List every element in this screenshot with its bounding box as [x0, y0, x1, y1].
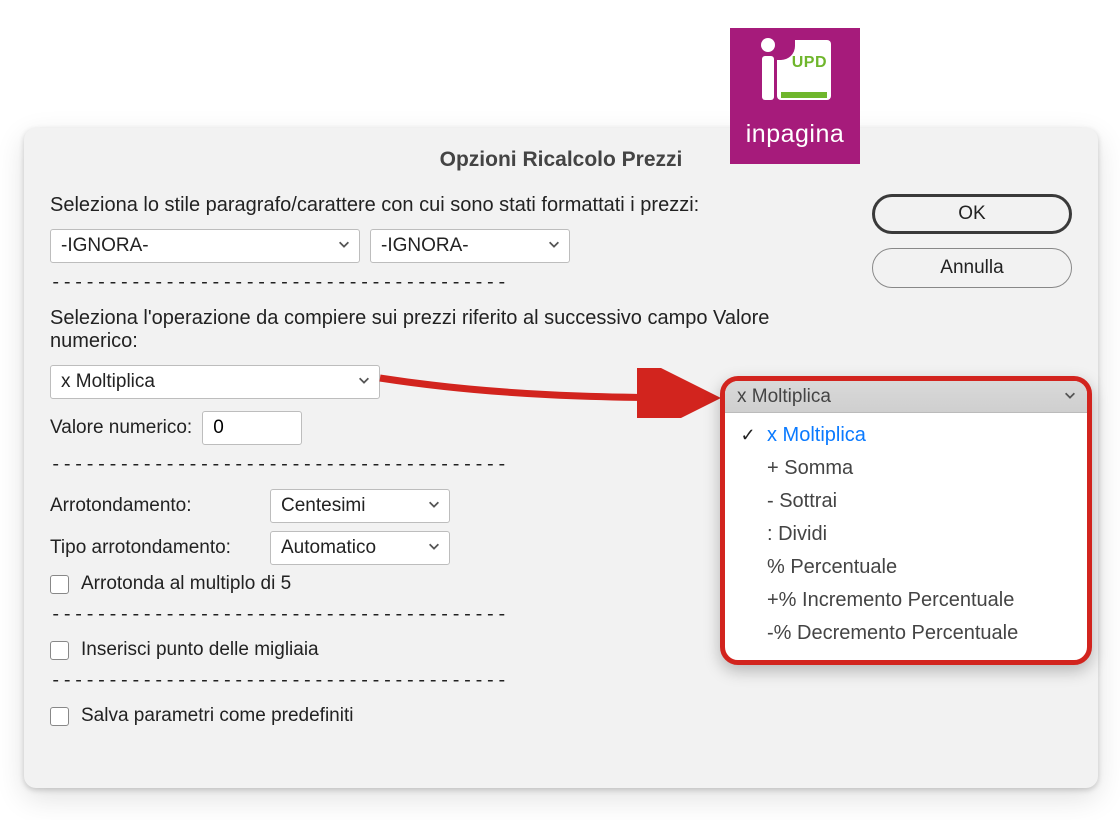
chevron-down-icon: [547, 235, 561, 257]
operation-prompt: Seleziona l'operazione da compiere sui p…: [50, 307, 848, 353]
chevron-down-icon: [427, 495, 441, 517]
chevron-down-icon: [337, 235, 351, 257]
operation-dropdown-header-label: x Moltiplica: [737, 386, 831, 408]
save-defaults-label: Salva parametri come predefiniti: [81, 705, 353, 727]
inpagina-logo: UPD inpagina: [730, 28, 860, 164]
logo-brand-text: inpagina: [746, 120, 845, 149]
chevron-down-icon: [357, 371, 371, 393]
operation-option-label: % Percentuale: [767, 556, 897, 579]
separator: ----------------------------------------: [50, 271, 848, 293]
thousands-checkbox[interactable]: [50, 641, 69, 660]
cancel-button[interactable]: Annulla: [872, 248, 1072, 288]
cancel-button-label: Annulla: [940, 257, 1003, 279]
rounding-label: Arrotondamento:: [50, 495, 260, 517]
operation-option-label: - Sottrai: [767, 490, 837, 513]
operation-dropdown-popout: x Moltiplica ✓ x Moltiplica + Somma - So…: [720, 376, 1092, 665]
rounding-value: Centesimi: [281, 495, 365, 517]
style-prompt: Seleziona lo stile paragrafo/carattere c…: [50, 194, 848, 217]
save-defaults-checkbox[interactable]: [50, 707, 69, 726]
paragraph-style-value: -IGNORA-: [61, 235, 149, 257]
operation-option-percent-increase[interactable]: +% Incremento Percentuale: [725, 584, 1087, 617]
chevron-down-icon: [427, 537, 441, 559]
numeric-value-label: Valore numerico:: [50, 417, 192, 439]
rounding-type-select[interactable]: Automatico: [270, 531, 450, 565]
character-style-select[interactable]: -IGNORA-: [370, 229, 570, 263]
operation-dropdown-list: ✓ x Moltiplica + Somma - Sottrai : Divid…: [725, 413, 1087, 660]
operation-option-label: + Somma: [767, 457, 853, 480]
operation-option-label: -% Decremento Percentuale: [767, 622, 1018, 645]
operation-select[interactable]: x Moltiplica: [50, 365, 380, 399]
dialog-title: Opzioni Ricalcolo Prezzi: [50, 148, 1072, 172]
rounding-select[interactable]: Centesimi: [270, 489, 450, 523]
operation-option-multiply[interactable]: ✓ x Moltiplica: [725, 419, 1087, 452]
operation-option-label: x Moltiplica: [767, 424, 866, 447]
paragraph-style-select[interactable]: -IGNORA-: [50, 229, 360, 263]
ok-button[interactable]: OK: [872, 194, 1072, 234]
logo-badge: UPD: [792, 54, 827, 72]
operation-option-percent[interactable]: % Percentuale: [725, 551, 1087, 584]
operation-value: x Moltiplica: [61, 371, 155, 393]
operation-option-label: +% Incremento Percentuale: [767, 589, 1014, 612]
thousands-label: Inserisci punto delle migliaia: [81, 639, 319, 661]
numeric-value-input[interactable]: [202, 411, 302, 445]
character-style-value: -IGNORA-: [381, 235, 469, 257]
rounding-type-value: Automatico: [281, 537, 376, 559]
separator: ----------------------------------------: [50, 669, 848, 691]
inpagina-logo-icon: UPD: [759, 38, 831, 102]
operation-option-subtract[interactable]: - Sottrai: [725, 485, 1087, 518]
operation-option-label: : Dividi: [767, 523, 827, 546]
operation-option-sum[interactable]: + Somma: [725, 452, 1087, 485]
operation-dropdown-header[interactable]: x Moltiplica: [725, 381, 1087, 413]
ok-button-label: OK: [958, 203, 985, 225]
chevron-down-icon: [1063, 386, 1077, 408]
operation-option-percent-decrease[interactable]: -% Decremento Percentuale: [725, 617, 1087, 650]
rounding-type-label: Tipo arrotondamento:: [50, 537, 260, 559]
round-to-5-label: Arrotonda al multiplo di 5: [81, 573, 291, 595]
checkmark-icon: ✓: [737, 425, 759, 446]
operation-option-divide[interactable]: : Dividi: [725, 518, 1087, 551]
round-to-5-checkbox[interactable]: [50, 575, 69, 594]
